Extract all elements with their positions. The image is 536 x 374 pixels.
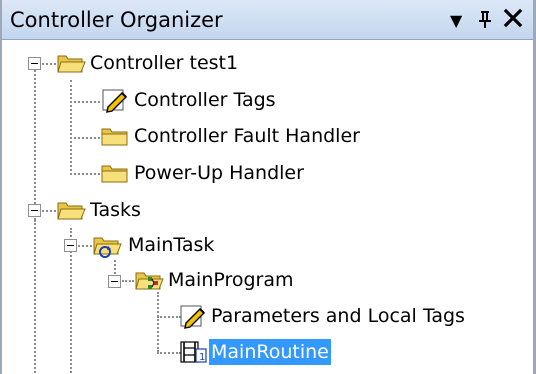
- tags-icon: [180, 305, 205, 329]
- folder-icon: [101, 128, 128, 146]
- tree-label-controller-fault-handler: Controller Fault Handler: [134, 125, 360, 147]
- tree-guide-controller: [70, 80, 72, 175]
- pin-glyph: [479, 11, 491, 28]
- controller-organizer-panel: Controller Organizer ▼ Controller test1 …: [0, 0, 536, 374]
- tree-guide-root: [34, 70, 36, 220]
- organizer-tree: Controller test1 Controller Tags Control…: [2, 40, 533, 374]
- tree-guide-mainprogram: [157, 292, 159, 352]
- close-glyph: [503, 8, 523, 28]
- tree-label-maintask: MainTask: [128, 234, 215, 256]
- routine-icon: 1: [180, 341, 207, 363]
- tree-guide-h5: [42, 210, 56, 212]
- tree-guide-root-continued: [34, 220, 36, 374]
- tree-guide-h1: [42, 63, 56, 65]
- collapse-maintask-icon[interactable]: [64, 239, 77, 252]
- panel-titlebar: Controller Organizer ▼: [2, 0, 533, 40]
- collapse-tasks-icon[interactable]: [28, 204, 41, 217]
- tree-label-parameters-local-tags: Parameters and Local Tags: [211, 305, 465, 327]
- tree-label-tasks: Tasks: [90, 199, 141, 221]
- program-icon: [135, 272, 164, 290]
- tree-guide-h3: [70, 137, 100, 139]
- tree-guide-h2: [70, 101, 100, 103]
- tree-label-mainroutine: MainRoutine: [209, 339, 331, 365]
- folder-icon: [101, 165, 128, 183]
- panel-title: Controller Organizer: [10, 8, 223, 32]
- close-icon[interactable]: [503, 5, 523, 38]
- svg-text:1: 1: [199, 352, 205, 363]
- tags-icon: [102, 89, 127, 113]
- collapse-mainprogram-icon[interactable]: [108, 275, 121, 288]
- dropdown-arrow-icon[interactable]: ▼: [450, 7, 462, 35]
- tree-label-controller-tags: Controller Tags: [134, 89, 276, 111]
- folder-open-icon: [57, 55, 86, 73]
- tree-guide-h7: [122, 280, 134, 282]
- tree-guide-h4: [70, 173, 100, 175]
- tree-guide-h6: [78, 245, 92, 247]
- tree-label-mainprogram: MainProgram: [168, 269, 294, 291]
- tree-label-power-up-handler: Power-Up Handler: [134, 162, 304, 184]
- collapse-controller-icon[interactable]: [28, 57, 41, 70]
- tree-label-controller: Controller test1: [90, 52, 239, 74]
- pin-icon[interactable]: [476, 5, 494, 38]
- folder-open-icon: [57, 202, 86, 220]
- task-icon: [93, 237, 122, 258]
